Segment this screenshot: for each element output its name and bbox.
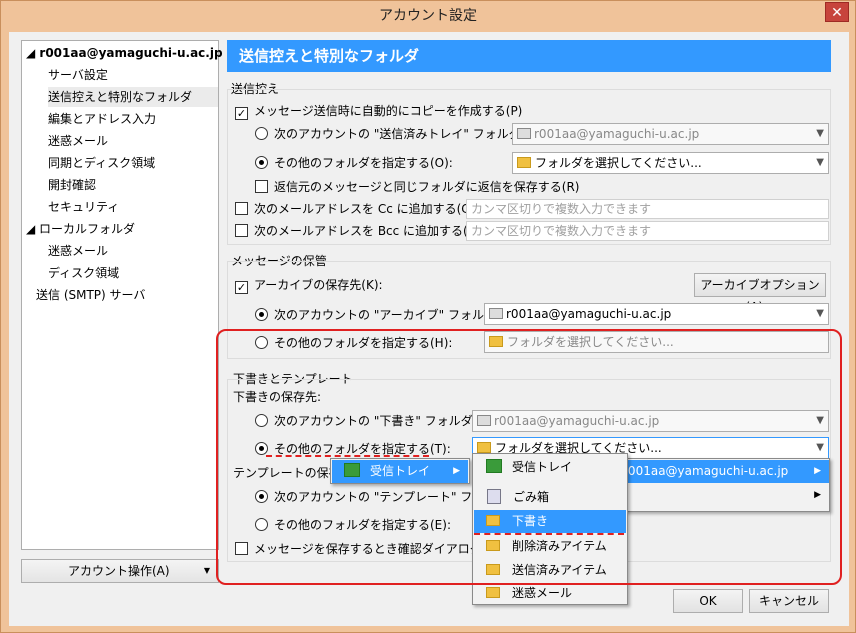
sent-account-combo-value: r001aa@yamaguchi-u.ac.jp [534, 127, 700, 141]
radio[interactable] [255, 308, 268, 321]
sent-account-combo[interactable]: r001aa@yamaguchi-u.ac.jp ▼ [512, 123, 829, 145]
tree-item-local-junk[interactable]: 迷惑メール [48, 241, 108, 261]
archive-account-label: 次のアカウントの "アーカイブ" フォルダ(N): [274, 308, 519, 322]
tree-account-label: r001aa@yamaguchi-u.ac.jp [39, 46, 223, 60]
tree-item-server[interactable]: サーバ設定 [48, 65, 108, 85]
folder-icon [517, 157, 531, 168]
radio[interactable] [255, 127, 268, 140]
cc-label: 次のメールアドレスを Cc に追加する(C): [254, 202, 479, 216]
archive-checkbox-row[interactable]: ✓ アーカイブの保存先(K): [235, 276, 383, 294]
bcc-checkbox-row[interactable]: 次のメールアドレスを Bcc に追加する(B): [235, 222, 485, 240]
account-actions-label: アカウント操作(A) [68, 564, 170, 578]
copy-label: メッセージ送信時に自動的にコピーを作成する(P) [254, 104, 523, 118]
archive-options-button[interactable]: アーカイブオプション(A)... [694, 273, 826, 314]
copy-checkbox-row[interactable]: ✓ メッセージ送信時に自動的にコピーを作成する(P) [235, 102, 522, 120]
tree-item-security[interactable]: セキュリティ [48, 197, 119, 217]
archive-account-combo[interactable]: r001aa@yamaguchi-u.ac.jp ▼ [484, 303, 829, 325]
highlight-box [216, 329, 842, 585]
checkbox[interactable] [235, 202, 248, 215]
collapse-icon[interactable]: ◢ [26, 222, 39, 236]
collapse-icon[interactable]: ◢ [26, 46, 39, 60]
cc-input[interactable]: カンマ区切りで複数入力できます [466, 199, 829, 219]
close-button[interactable]: ✕ [825, 2, 849, 22]
tree-item-disk[interactable]: ディスク領域 [48, 263, 119, 283]
tree-item-sync[interactable]: 同期とディスク領域 [48, 153, 155, 173]
account-settings-window: アカウント設定 ✕ ◢ r001aa@yamaguchi-u.ac.jp サーバ… [0, 0, 856, 633]
folder-icon [486, 587, 500, 598]
page-title: 送信控えと特別なフォルダ [227, 40, 831, 72]
cancel-button[interactable]: キャンセル [749, 589, 829, 613]
cc-checkbox-row[interactable]: 次のメールアドレスを Cc に追加する(C): [235, 200, 478, 218]
radio[interactable] [255, 156, 268, 169]
chevron-down-icon: ▼ [816, 128, 824, 139]
sent-account-label: 次のアカウントの "送信済みトレイ" フォルダ(S): [274, 127, 542, 141]
menu-item-junk[interactable]: 迷惑メール [474, 582, 626, 605]
reply-checkbox-row[interactable]: 返信元のメッセージと同じフォルダに返信を保存する(R) [255, 178, 579, 196]
sent-other-radio-row[interactable]: その他のフォルダを指定する(O): [255, 154, 453, 172]
archive-account-combo-value: r001aa@yamaguchi-u.ac.jp [506, 307, 672, 321]
bcc-label: 次のメールアドレスを Bcc に追加する(B): [254, 224, 485, 238]
tree-item-junk[interactable]: 迷惑メール [48, 131, 108, 151]
tree-local-folders[interactable]: ◢ ローカルフォルダ [26, 219, 135, 239]
archive-account-radio-row[interactable]: 次のアカウントの "アーカイブ" フォルダ(N): [255, 306, 518, 324]
tree-item-receipts[interactable]: 開封確認 [48, 175, 96, 195]
tree-item-composition[interactable]: 編集とアドレス入力 [48, 109, 156, 129]
archive-dest-label: アーカイブの保存先(K): [254, 278, 383, 292]
tree-item-copies-folders[interactable]: 送信控えと特別なフォルダ [48, 87, 218, 107]
menu-item-label: 迷惑メール [512, 586, 573, 600]
sent-other-label: その他のフォルダを指定する(O): [274, 156, 453, 170]
sent-account-radio-row[interactable]: 次のアカウントの "送信済みトレイ" フォルダ(S): [255, 125, 542, 143]
chevron-down-icon: ▼ [816, 157, 824, 168]
account-tree: ◢ r001aa@yamaguchi-u.ac.jp サーバ設定 送信控えと特別… [21, 40, 223, 550]
checkbox[interactable] [235, 224, 248, 237]
mail-account-icon [489, 308, 503, 319]
tree-account[interactable]: ◢ r001aa@yamaguchi-u.ac.jp [26, 43, 223, 63]
reply-label: 返信元のメッセージと同じフォルダに返信を保存する(R) [274, 180, 580, 194]
checkbox[interactable]: ✓ [235, 107, 248, 120]
chevron-down-icon: ▼ [816, 308, 824, 319]
sent-folder-combo[interactable]: フォルダを選択してください... ▼ [512, 152, 829, 174]
tree-smtp[interactable]: 送信 (SMTP) サーバ [36, 285, 145, 305]
mail-account-icon [517, 128, 531, 139]
dropdown-arrow-icon: ▼ [203, 566, 210, 575]
tree-local-label: ローカルフォルダ [39, 222, 136, 236]
checkbox[interactable]: ✓ [235, 281, 248, 294]
account-actions-button[interactable]: アカウント操作(A) ▼ [21, 559, 219, 583]
window-title: アカウント設定 [379, 8, 477, 24]
checkbox[interactable] [255, 180, 268, 193]
sent-folder-combo-value: フォルダを選択してください... [535, 156, 702, 170]
ok-button[interactable]: OK [673, 589, 743, 613]
bcc-input[interactable]: カンマ区切りで複数入力できます [466, 221, 829, 241]
